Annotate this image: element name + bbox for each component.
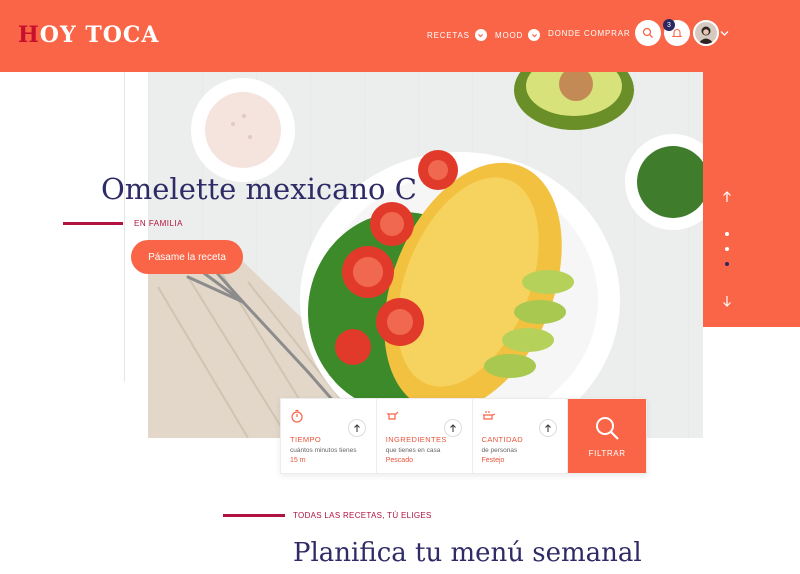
nav-donde-comprar-label: DONDE COMPRAR <box>548 29 631 38</box>
arrow-up-icon[interactable] <box>722 191 732 203</box>
search-icon <box>596 416 619 440</box>
filter-label: INGREDIENTES <box>385 435 447 444</box>
stopwatch-icon <box>291 409 303 423</box>
accent-line <box>63 222 123 225</box>
nav-recetas-label: RECETAS <box>427 30 470 40</box>
site-logo[interactable]: HOY TOCA <box>18 22 159 48</box>
account-chevron-icon[interactable] <box>720 30 729 37</box>
filter-bar: TIEMPO cuántos minutos tienes 15 m INGRE… <box>280 398 647 474</box>
arrow-up-icon <box>353 423 360 432</box>
arrow-up-icon <box>545 423 552 432</box>
filter-value: Pescado <box>385 457 413 464</box>
slider-panel <box>703 72 800 327</box>
slider-dot-active[interactable] <box>725 262 729 266</box>
arrow-down-icon[interactable] <box>722 295 732 307</box>
recipe-cta-button[interactable]: Pásame la receta <box>131 240 243 274</box>
filter-value: 15 m <box>290 457 306 464</box>
filter-expand-button[interactable] <box>347 419 366 437</box>
filter-cantidad[interactable]: CANTIDAD de personas Festejo <box>473 399 569 473</box>
filter-label: TIEMPO <box>290 435 322 444</box>
arrow-up-icon <box>449 423 456 432</box>
section-title: Planifica tu menú semanal <box>293 538 642 568</box>
accent-line <box>223 514 285 517</box>
divider <box>124 72 125 382</box>
search-icon <box>642 27 653 38</box>
filter-button[interactable]: FILTRAR <box>568 399 647 473</box>
search-button[interactable] <box>635 20 661 46</box>
filter-button-label: FILTRAR <box>588 448 626 458</box>
hero-title: Omelette mexicano C <box>101 172 417 206</box>
filter-expand-button[interactable] <box>443 419 462 437</box>
servings-icon <box>482 411 495 420</box>
filter-description: que tienes en casa <box>385 447 441 454</box>
chevron-down-icon <box>474 29 487 41</box>
hero-category: EN FAMILIA <box>134 219 184 228</box>
filter-tiempo[interactable]: TIEMPO cuántos minutos tienes 15 m <box>281 399 377 473</box>
nav-mood[interactable]: MOOD <box>495 29 541 41</box>
slider-dot[interactable] <box>725 232 729 236</box>
logo-text: OY TOCA <box>39 22 160 48</box>
notification-badge: 3 <box>663 19 675 31</box>
avatar[interactable] <box>693 20 719 46</box>
filter-value: Festejo <box>481 457 505 464</box>
slider-dot[interactable] <box>725 247 729 251</box>
chevron-down-icon <box>528 29 541 41</box>
nav-recetas[interactable]: RECETAS <box>427 29 487 41</box>
filter-description: cuántos minutos tienes <box>290 447 357 454</box>
nav-donde-comprar[interactable]: DONDE COMPRAR <box>548 29 630 38</box>
ingredients-icon <box>386 411 399 420</box>
filter-description: de personas <box>481 447 518 454</box>
section-tag: TODAS LAS RECETAS, TÚ ELIGES <box>293 511 432 520</box>
filter-label: CANTIDAD <box>481 435 524 444</box>
nav-mood-label: MOOD <box>495 30 524 40</box>
logo-letter: H <box>18 22 40 48</box>
filter-ingredientes[interactable]: INGREDIENTES que tienes en casa Pescado <box>377 399 473 473</box>
